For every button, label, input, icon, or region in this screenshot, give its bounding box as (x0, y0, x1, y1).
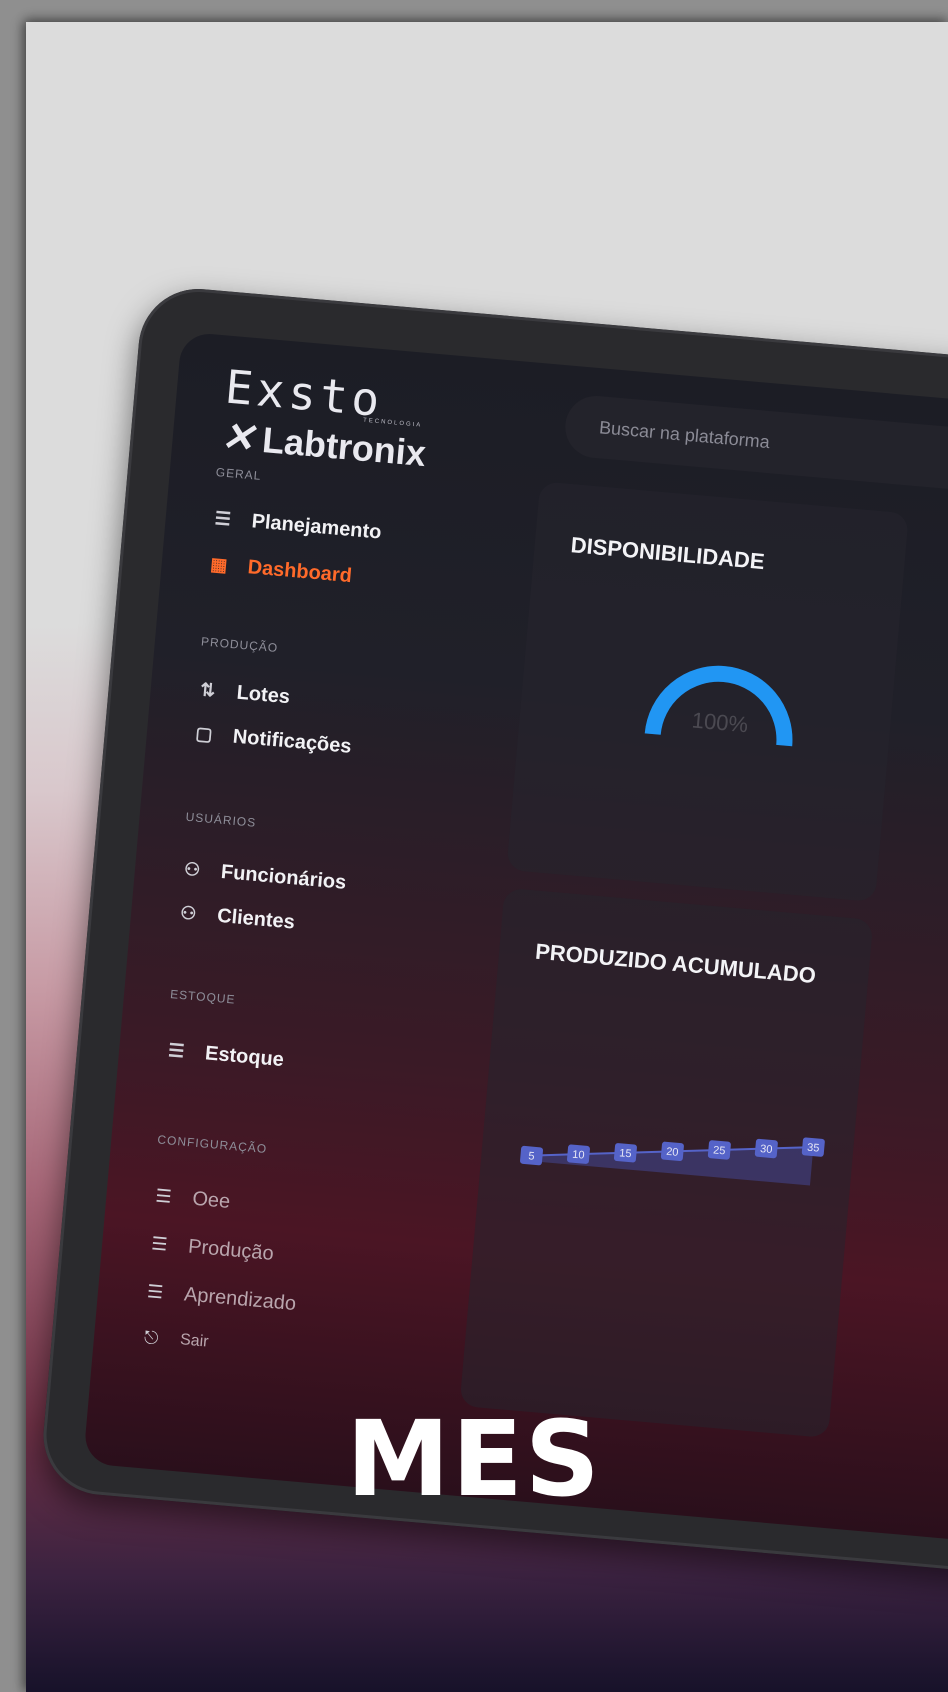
sidebar-item-producao[interactable]: ☰ Produção (147, 1232, 274, 1266)
sidebar-item-label: Lotes (235, 681, 291, 709)
chart-data-label: 25 (713, 1144, 726, 1157)
section-producao: PRODUÇÃO (200, 634, 279, 656)
sidebar-item-oee[interactable]: ☰ Oee (152, 1184, 232, 1214)
labtronix-logo-icon: ✕ (219, 414, 257, 462)
list-icon: ☰ (213, 508, 232, 530)
sidebar-item-notificacoes[interactable]: ▢ Notificações (192, 722, 353, 759)
main-content: Buscar na plataforma DISPONIBILIDADE 100… (452, 364, 948, 1550)
sidebar-item-label: Aprendizado (183, 1283, 297, 1316)
sidebar-item-aprendizado[interactable]: ☰ Aprendizado (143, 1280, 297, 1316)
list-icon: ☰ (167, 1040, 186, 1062)
sidebar-item-label: Produção (187, 1235, 275, 1265)
sidebar-item-dashboard[interactable]: ▦ Dashboard (207, 553, 353, 589)
dashboard-icon: ▦ (209, 553, 229, 576)
sidebar-item-planejamento[interactable]: ☰ Planejamento (211, 507, 382, 545)
sidebar-item-label: Estoque (204, 1042, 285, 1072)
users-icon: ⚇ (179, 902, 198, 924)
sidebar-item-label: Dashboard (246, 556, 353, 588)
production-chart: 5 10 15 20 25 30 35 (495, 1009, 843, 1257)
availability-card: DISPONIBILIDADE 100% (506, 481, 909, 903)
chart-point: 35 (801, 1137, 825, 1157)
section-usuarios: USUÁRIOS (185, 809, 257, 830)
app-screen: Exsto TECNOLOGIA ✕ Labtronix GERAL ☰ Pla… (82, 331, 948, 1550)
availability-title: DISPONIBILIDADE (569, 532, 766, 575)
lots-icon: ⇅ (199, 679, 217, 701)
production-card: PRODUZIDO ACUMULADO 5 10 15 20 25 30 35 (459, 887, 874, 1439)
section-geral: GERAL (215, 465, 263, 483)
notification-icon: ▢ (194, 723, 214, 745)
chart-point: 20 (660, 1141, 684, 1162)
availability-gauge: 100% (637, 651, 805, 765)
list-icon: ☰ (146, 1281, 165, 1303)
promo-frame: Exsto TECNOLOGIA ✕ Labtronix GERAL ☰ Pla… (26, 22, 948, 1692)
brand-name-bottom: Labtronix (260, 418, 428, 475)
chart-data-label: 35 (807, 1142, 820, 1155)
chart-data-label: 5 (528, 1150, 535, 1162)
sidebar-item-lotes[interactable]: ⇅ Lotes (196, 678, 291, 709)
chart-data-label: 20 (666, 1146, 679, 1159)
mes-caption: MES (346, 1398, 602, 1520)
list-icon: ☰ (154, 1185, 173, 1207)
section-estoque: ESTOQUE (169, 987, 237, 1007)
sidebar-item-label: Clientes (216, 904, 296, 934)
search-placeholder: Buscar na plataforma (598, 416, 771, 452)
list-icon: ☰ (150, 1233, 169, 1255)
sidebar: Exsto TECNOLOGIA ✕ Labtronix GERAL ☰ Pla… (83, 331, 526, 1493)
chart-point: 25 (707, 1140, 731, 1160)
users-icon: ⚇ (183, 858, 202, 881)
tablet-device: Exsto TECNOLOGIA ✕ Labtronix GERAL ☰ Pla… (38, 284, 948, 1582)
brand-logo: Exsto TECNOLOGIA ✕ Labtronix (219, 360, 432, 478)
chart-data-label: 10 (572, 1149, 585, 1162)
production-title: PRODUZIDO ACUMULADO (534, 938, 817, 989)
chart-point: 30 (754, 1138, 778, 1159)
sidebar-item-clientes[interactable]: ⚇ Clientes (176, 901, 295, 934)
sidebar-item-label: Planejamento (250, 510, 383, 544)
chart-point: 10 (566, 1144, 590, 1164)
chart-data-label: 30 (760, 1143, 773, 1156)
chart-point: 15 (613, 1143, 637, 1163)
logout-icon: ⎋ (143, 1326, 160, 1348)
chart-data-label: 15 (619, 1147, 632, 1160)
sidebar-item-estoque[interactable]: ☰ Estoque (164, 1039, 284, 1072)
sidebar-item-label: Notificações (231, 725, 353, 758)
sidebar-item-label: Sair (179, 1331, 210, 1351)
sidebar-item-label: Funcionários (220, 860, 348, 894)
sidebar-item-funcionarios[interactable]: ⚇ Funcionários (180, 858, 347, 895)
search-input[interactable]: Buscar na plataforma (562, 393, 948, 501)
section-configuracao: CONFIGURAÇÃO (156, 1132, 268, 1156)
production-chart-svg: 5 10 15 20 25 30 35 (520, 1137, 825, 1186)
sidebar-item-label: Oee (191, 1187, 232, 1213)
sidebar-item-sair[interactable]: ⎋ Sair (139, 1326, 209, 1354)
chart-point: 5 (520, 1145, 544, 1166)
